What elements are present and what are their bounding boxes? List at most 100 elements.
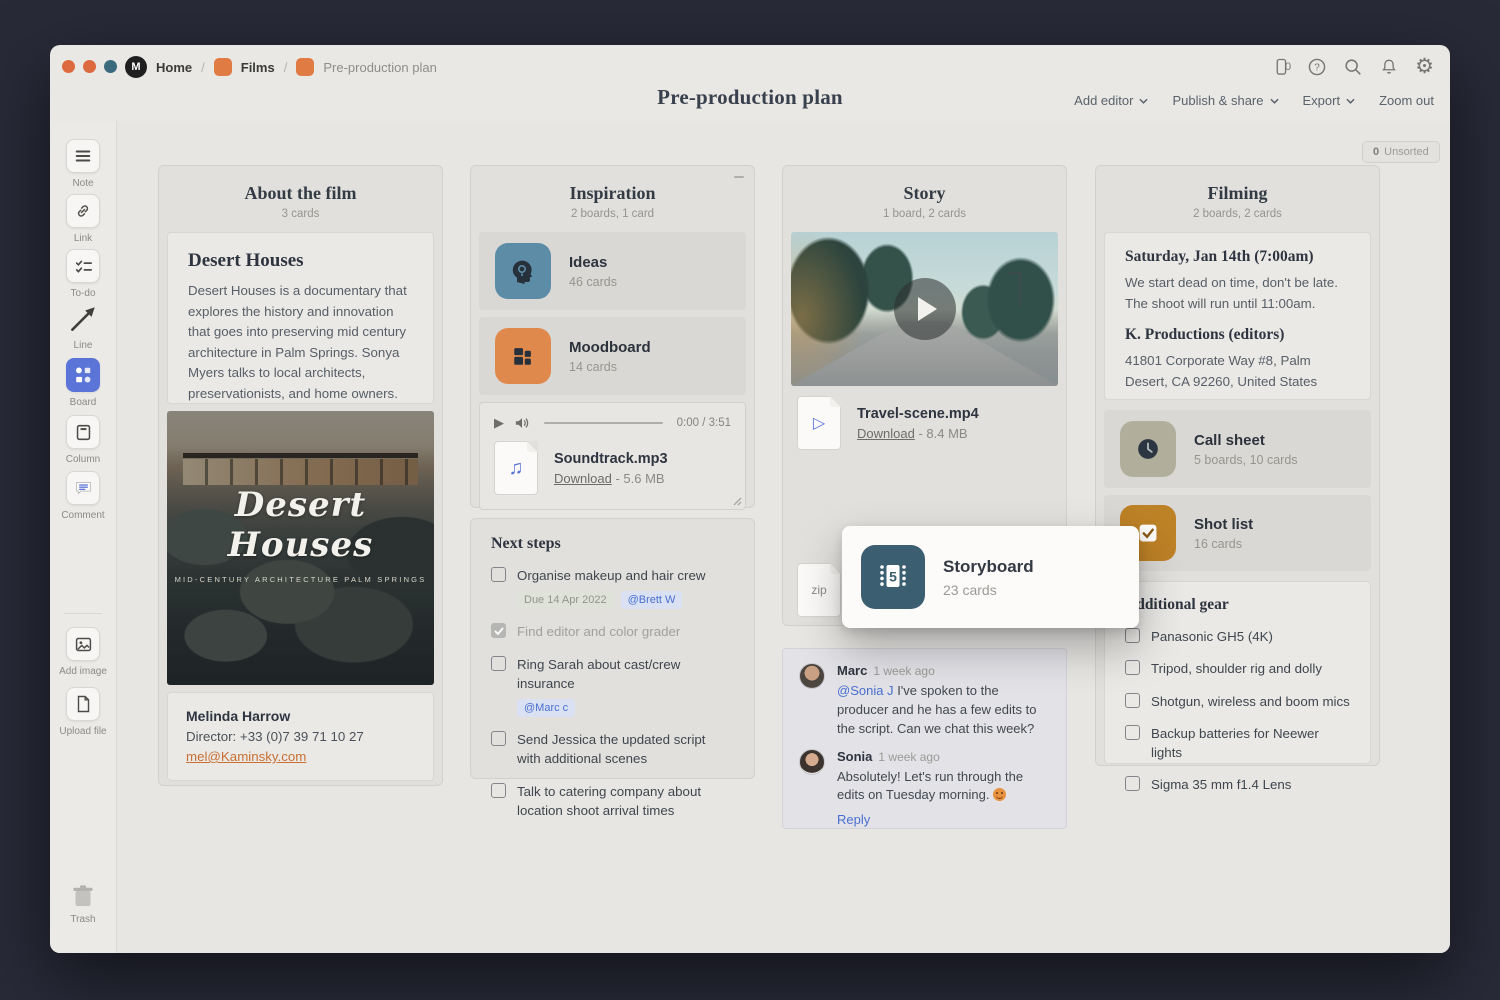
volume-icon[interactable] xyxy=(514,416,530,430)
audio-card[interactable]: ▶ 0:00 / 3:51 ♫ Soundtrack.mp3 Download … xyxy=(479,402,746,510)
mp3-file-icon: ♫ xyxy=(494,441,538,495)
due-date-tag[interactable]: Due 14 Apr 2022 xyxy=(517,591,614,610)
column-filming[interactable]: Filming 2 boards, 2 cards Saturday, Jan … xyxy=(1095,165,1380,792)
todo-card-next-steps[interactable]: Next steps Organise makeup and hair crew… xyxy=(470,518,755,818)
note-card-desert-houses[interactable]: Desert Houses Desert Houses is a documen… xyxy=(167,232,434,404)
tool-column[interactable]: Column xyxy=(50,415,116,465)
note-body: 41801 Corporate Way #8, Palm Desert, CA … xyxy=(1125,353,1318,389)
note-card-schedule[interactable]: Saturday, Jan 14th (7:00am) We start dea… xyxy=(1104,232,1371,400)
note-body: We start dead on time, don't be late. Th… xyxy=(1125,275,1338,311)
comment-thread-card[interactable]: Marc 1 week ago @Sonia J I've spoken to t… xyxy=(782,648,1067,829)
checkbox[interactable] xyxy=(1125,692,1140,708)
unsorted-badge[interactable]: 0 Unsorted xyxy=(1362,141,1440,163)
column-header: Inspiration 2 boards, 1 card xyxy=(471,166,754,232)
board-card-storyboard-dragging[interactable]: 5 Storyboard 23 cards xyxy=(842,526,1139,628)
photo-text: Desert Houses MID-CENTURY ARCHITECTURE P… xyxy=(167,485,434,584)
breadcrumb-separator: / xyxy=(283,59,288,75)
play-icon: ▷ xyxy=(812,415,826,432)
mp4-file-icon: ▷ xyxy=(797,396,841,450)
board-item-call-sheet[interactable]: Call sheet 5 boards, 10 cards xyxy=(1104,410,1371,488)
tool-link[interactable]: Link xyxy=(50,194,116,244)
window-controls xyxy=(62,60,117,73)
export-button[interactable]: Export xyxy=(1303,93,1356,108)
checkbox[interactable] xyxy=(1125,628,1140,643)
mention-tag[interactable]: @Marc c xyxy=(517,699,576,718)
board-item-moodboard[interactable]: Moodboard 14 cards xyxy=(479,317,746,395)
smiling-emoji xyxy=(993,788,1007,802)
search-icon[interactable] xyxy=(1343,57,1363,77)
window-zoom-button[interactable] xyxy=(104,60,117,73)
video-play-button[interactable] xyxy=(893,278,956,340)
board-item-shot-list[interactable]: Shot list 16 cards xyxy=(1104,495,1371,571)
chevron-down-icon xyxy=(1269,98,1279,104)
checkbox[interactable] xyxy=(491,655,506,671)
notifications-bell-icon[interactable] xyxy=(1379,57,1399,77)
header-actions: Add editor Publish & share Export Zoom o… xyxy=(1074,93,1434,108)
chevron-down-icon xyxy=(1346,98,1355,104)
file-soundtrack[interactable]: ♫ Soundtrack.mp3 Download - 5.6 MB xyxy=(494,441,731,495)
breadcrumb-current: Pre-production plan xyxy=(323,59,437,75)
app-logo[interactable]: M xyxy=(125,56,147,78)
file-travel-scene[interactable]: ▷ Travel-scene.mp4 Download - 8.4 MB xyxy=(783,396,1066,450)
breadcrumb-films[interactable]: Films xyxy=(241,60,275,75)
audio-progress-bar[interactable] xyxy=(544,422,663,424)
tool-upload-file[interactable]: Upload file xyxy=(50,687,116,737)
settings-gear-icon[interactable]: ⚙ xyxy=(1415,56,1434,77)
play-button[interactable]: ▶ xyxy=(494,415,504,431)
download-link[interactable]: Download xyxy=(554,471,612,486)
mobile-app-button[interactable]: 0 xyxy=(1271,57,1291,77)
window-close-button[interactable] xyxy=(62,60,75,73)
tool-comment[interactable]: Comment xyxy=(50,471,116,521)
board-meta: 23 cards xyxy=(943,581,997,598)
note-card-contact[interactable]: Melinda Harrow Director: +33 (0)7 39 71 … xyxy=(167,692,434,781)
sidebar-divider xyxy=(64,613,102,614)
window-minimize-button[interactable] xyxy=(83,60,96,73)
todo-title: Next steps xyxy=(491,535,561,552)
checkbox[interactable] xyxy=(491,782,506,798)
storyboard-number: 5 xyxy=(889,569,897,585)
board-meta: 14 cards xyxy=(569,359,617,374)
tool-todo[interactable]: To-do xyxy=(50,249,116,299)
board-icon xyxy=(213,58,232,76)
video-card-travel-scene[interactable] xyxy=(791,232,1058,386)
tool-add-image[interactable]: Add image xyxy=(50,627,116,677)
todo-icon xyxy=(75,260,92,273)
column-about-the-film[interactable]: About the film 3 cards Desert Houses Des… xyxy=(158,165,443,786)
add-image-icon xyxy=(75,637,91,651)
resize-handle[interactable] xyxy=(732,496,742,506)
tool-line[interactable]: Line xyxy=(50,303,116,351)
checkbox[interactable] xyxy=(1125,776,1140,792)
checkbox-checked[interactable] xyxy=(491,623,506,639)
board-item-ideas[interactable]: Ideas 46 cards xyxy=(479,232,746,310)
tool-board[interactable]: Board xyxy=(50,358,116,408)
column-inspiration[interactable]: Inspiration 2 boards, 1 card Ideas 46 ca… xyxy=(470,165,755,510)
download-link[interactable]: Download xyxy=(857,426,915,441)
checkbox[interactable] xyxy=(491,567,506,582)
zoom-out-button[interactable]: Zoom out xyxy=(1379,93,1434,108)
checkbox[interactable] xyxy=(1125,724,1140,740)
todo-item: Ring Sarah about cast/crew insurance xyxy=(491,655,734,694)
checkbox[interactable] xyxy=(1125,660,1140,676)
comment-time: 1 week ago xyxy=(873,664,935,678)
breadcrumb-home[interactable]: Home xyxy=(156,60,192,75)
board-meta: 5 boards, 10 cards xyxy=(1194,452,1298,467)
mention-link[interactable]: @Sonia J xyxy=(837,683,894,698)
help-icon[interactable]: ? xyxy=(1307,57,1327,77)
image-card-desert-houses[interactable]: Desert Houses MID-CENTURY ARCHITECTURE P… xyxy=(167,411,434,685)
tool-note[interactable]: Note xyxy=(50,139,116,189)
photo-caption: MID-CENTURY ARCHITECTURE PALM SPRINGS xyxy=(174,574,427,584)
todo-tags: @Marc c xyxy=(517,699,734,718)
contact-email-link[interactable]: mel@Kaminsky.com xyxy=(186,749,306,764)
trash[interactable]: Trash xyxy=(50,883,116,925)
board-canvas[interactable]: 0 Unsorted About the film 3 cards Desert… xyxy=(117,121,1450,953)
board-name: Storyboard xyxy=(943,556,1034,576)
publish-share-button[interactable]: Publish & share xyxy=(1172,93,1279,108)
mention-tag[interactable]: @Brett W xyxy=(620,591,683,610)
header-icons: 0 ? ⚙ xyxy=(1271,56,1434,77)
add-editor-button[interactable]: Add editor xyxy=(1074,93,1149,108)
checkbox[interactable] xyxy=(491,731,506,747)
reply-link[interactable]: Reply xyxy=(837,812,1050,827)
todo-item: Send Jessica the updated script with add… xyxy=(491,730,734,769)
todo-item: Talk to catering company about location … xyxy=(491,782,734,821)
todo-card-additional-gear[interactable]: Additional gear Panasonic GH5 (4K) Tripo… xyxy=(1104,581,1371,792)
